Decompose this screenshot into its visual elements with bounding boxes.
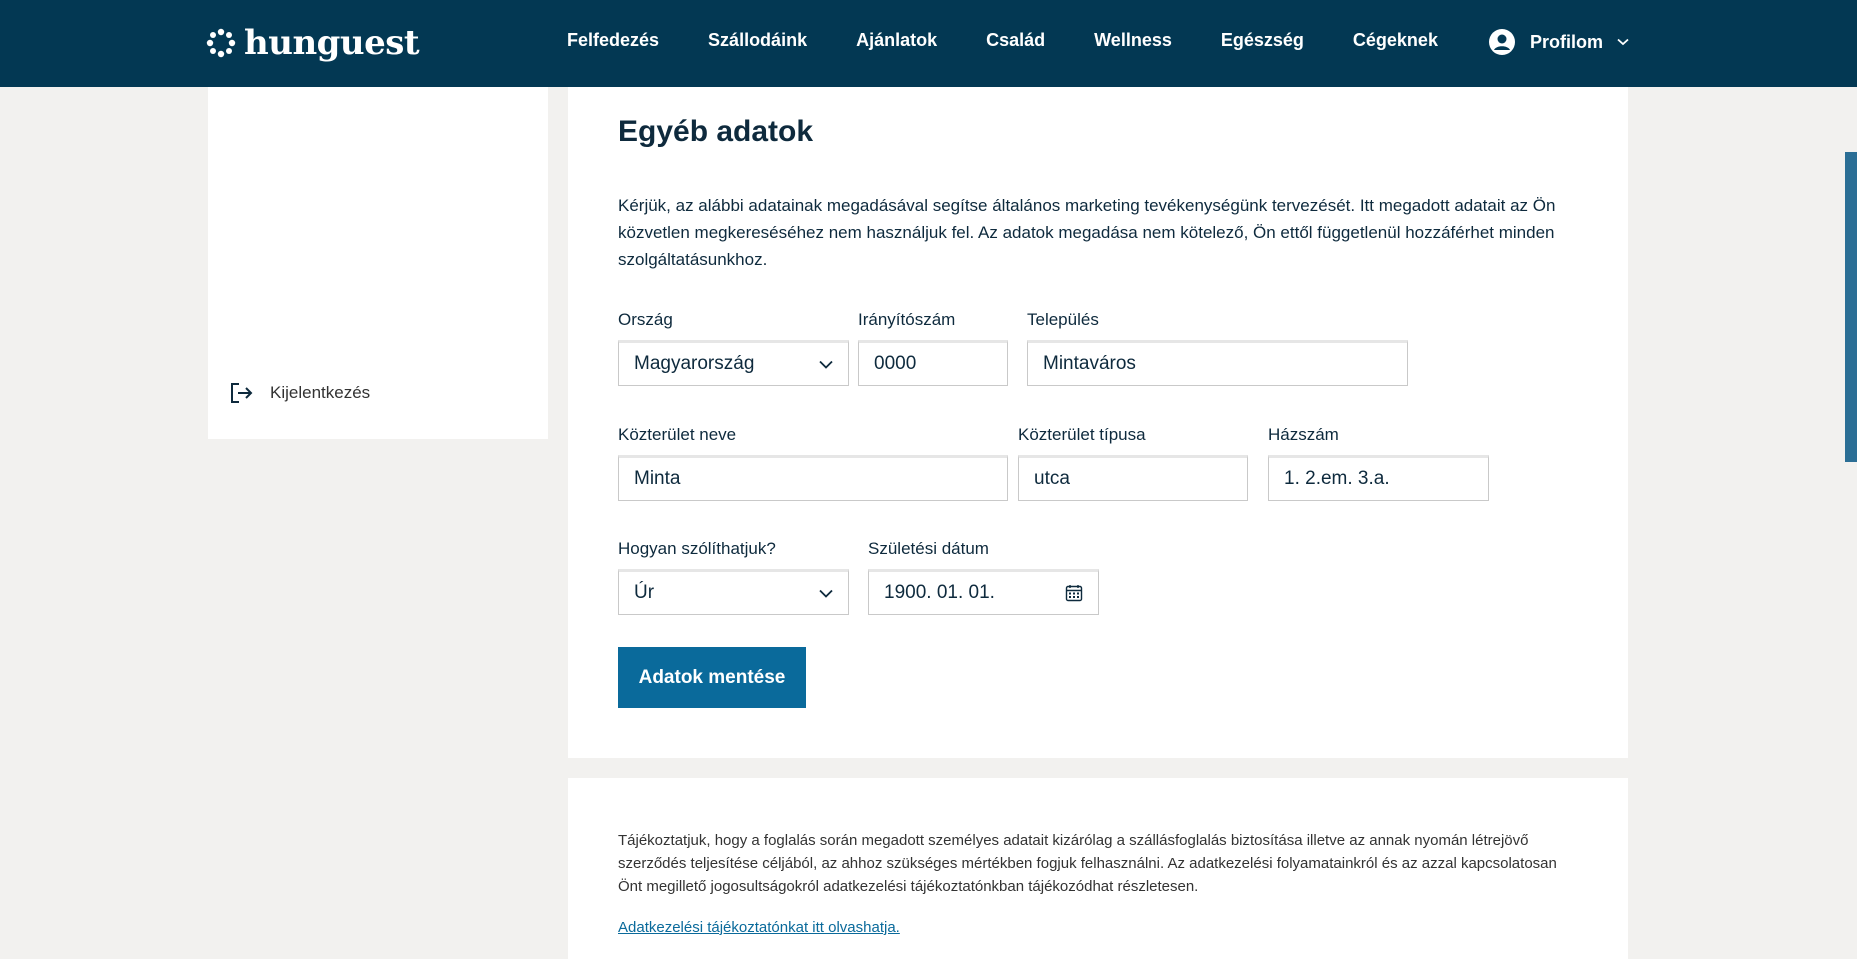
- salutation-value: Úr: [634, 582, 655, 603]
- zip-label: Irányítószám: [858, 310, 956, 329]
- scrollbar-thumb[interactable]: [1845, 152, 1857, 462]
- top-navigation-bar: hunguest Felfedezés Szállodáink Ajánlato…: [0, 0, 1845, 87]
- user-avatar-icon: [1489, 29, 1515, 55]
- house-number-value: 1. 2.em. 3.a.: [1284, 468, 1390, 489]
- street-type-value: utca: [1034, 468, 1070, 489]
- profile-label: Profilom: [1530, 31, 1604, 52]
- street-type-label: Közterület típusa: [1018, 425, 1146, 444]
- house-number-field: Házszám 1. 2.em. 3.a.: [1268, 425, 1489, 501]
- chevron-down-icon: [1617, 38, 1629, 46]
- zip-value: 0000: [874, 353, 917, 374]
- city-input[interactable]: Mintaváros: [1027, 340, 1408, 386]
- page-title: Egyéb adatok: [618, 115, 814, 148]
- logout-link[interactable]: Kijelentkezés: [230, 382, 370, 404]
- salutation-field: Hogyan szólíthatjuk? Úr: [618, 539, 849, 615]
- privacy-info-text: Tájékoztatjuk, hogy a foglalás során meg…: [618, 832, 1557, 895]
- chevron-down-icon: [819, 589, 833, 598]
- birth-date-label: Születési dátum: [868, 539, 989, 558]
- hunguest-logo[interactable]: hunguest: [206, 23, 420, 63]
- city-value: Mintaváros: [1043, 353, 1136, 374]
- save-data-button[interactable]: Adatok mentése: [618, 647, 806, 708]
- city-label: Település: [1027, 310, 1099, 329]
- street-name-label: Közterület neve: [618, 425, 737, 444]
- profile-sidebar: Kijelentkezés: [208, 87, 548, 439]
- country-field: Ország Magyarország: [618, 310, 849, 386]
- hunguest-sun-icon: [206, 28, 236, 58]
- other-data-form-card: Egyéb adatok Kérjük, az alábbi adatainak…: [568, 87, 1628, 758]
- privacy-policy-link[interactable]: Adatkezelési tájékoztatónkat itt olvasha…: [618, 919, 900, 936]
- profile-menu[interactable]: Profilom: [1488, 28, 1629, 56]
- birth-date-field: Születési dátum 1900. 01. 01.: [868, 539, 1099, 615]
- nav-item-wellness[interactable]: Wellness: [1094, 30, 1172, 51]
- street-type-input[interactable]: utca: [1018, 455, 1248, 501]
- salutation-label: Hogyan szólíthatjuk?: [618, 539, 776, 558]
- zip-input[interactable]: 0000: [858, 340, 1008, 386]
- calendar-icon[interactable]: [1065, 584, 1083, 602]
- zip-field: Irányítószám 0000: [858, 310, 1008, 386]
- house-number-label: Házszám: [1268, 425, 1339, 444]
- form-intro-text: Kérjük, az alábbi adatainak megadásával …: [618, 196, 1556, 269]
- privacy-info-card: Tájékoztatjuk, hogy a foglalás során meg…: [568, 778, 1628, 959]
- birth-date-input[interactable]: 1900. 01. 01.: [868, 569, 1099, 615]
- street-name-input[interactable]: Minta: [618, 455, 1008, 501]
- logout-icon: [231, 383, 253, 403]
- page-scrollbar[interactable]: [1845, 0, 1857, 959]
- street-name-value: Minta: [634, 468, 681, 489]
- street-type-field: Közterület típusa utca: [1018, 425, 1248, 501]
- nav-item-szallodaink[interactable]: Szállodáink: [708, 30, 807, 51]
- country-select[interactable]: Magyarország: [618, 340, 849, 386]
- nav-item-csalad[interactable]: Család: [986, 30, 1045, 51]
- main-nav: Felfedezés Szállodáink Ajánlatok Család …: [567, 30, 1487, 51]
- scrollbar-track-top: [1845, 0, 1857, 87]
- nav-item-cegeknek[interactable]: Cégeknek: [1353, 30, 1438, 51]
- nav-item-ajanlatok[interactable]: Ajánlatok: [856, 30, 937, 51]
- nav-item-felfedezes[interactable]: Felfedezés: [567, 30, 659, 51]
- salutation-select[interactable]: Úr: [618, 569, 849, 615]
- logo-text: hunguest: [244, 23, 420, 63]
- birth-date-value: 1900. 01. 01.: [884, 582, 995, 603]
- logout-label: Kijelentkezés: [270, 383, 371, 402]
- house-number-input[interactable]: 1. 2.em. 3.a.: [1268, 455, 1489, 501]
- country-value: Magyarország: [634, 353, 755, 374]
- country-label: Ország: [618, 310, 673, 329]
- street-name-field: Közterület neve Minta: [618, 425, 1008, 501]
- nav-item-egeszseg[interactable]: Egészség: [1221, 30, 1304, 51]
- city-field: Település Mintaváros: [1027, 310, 1408, 386]
- chevron-down-icon: [819, 360, 833, 369]
